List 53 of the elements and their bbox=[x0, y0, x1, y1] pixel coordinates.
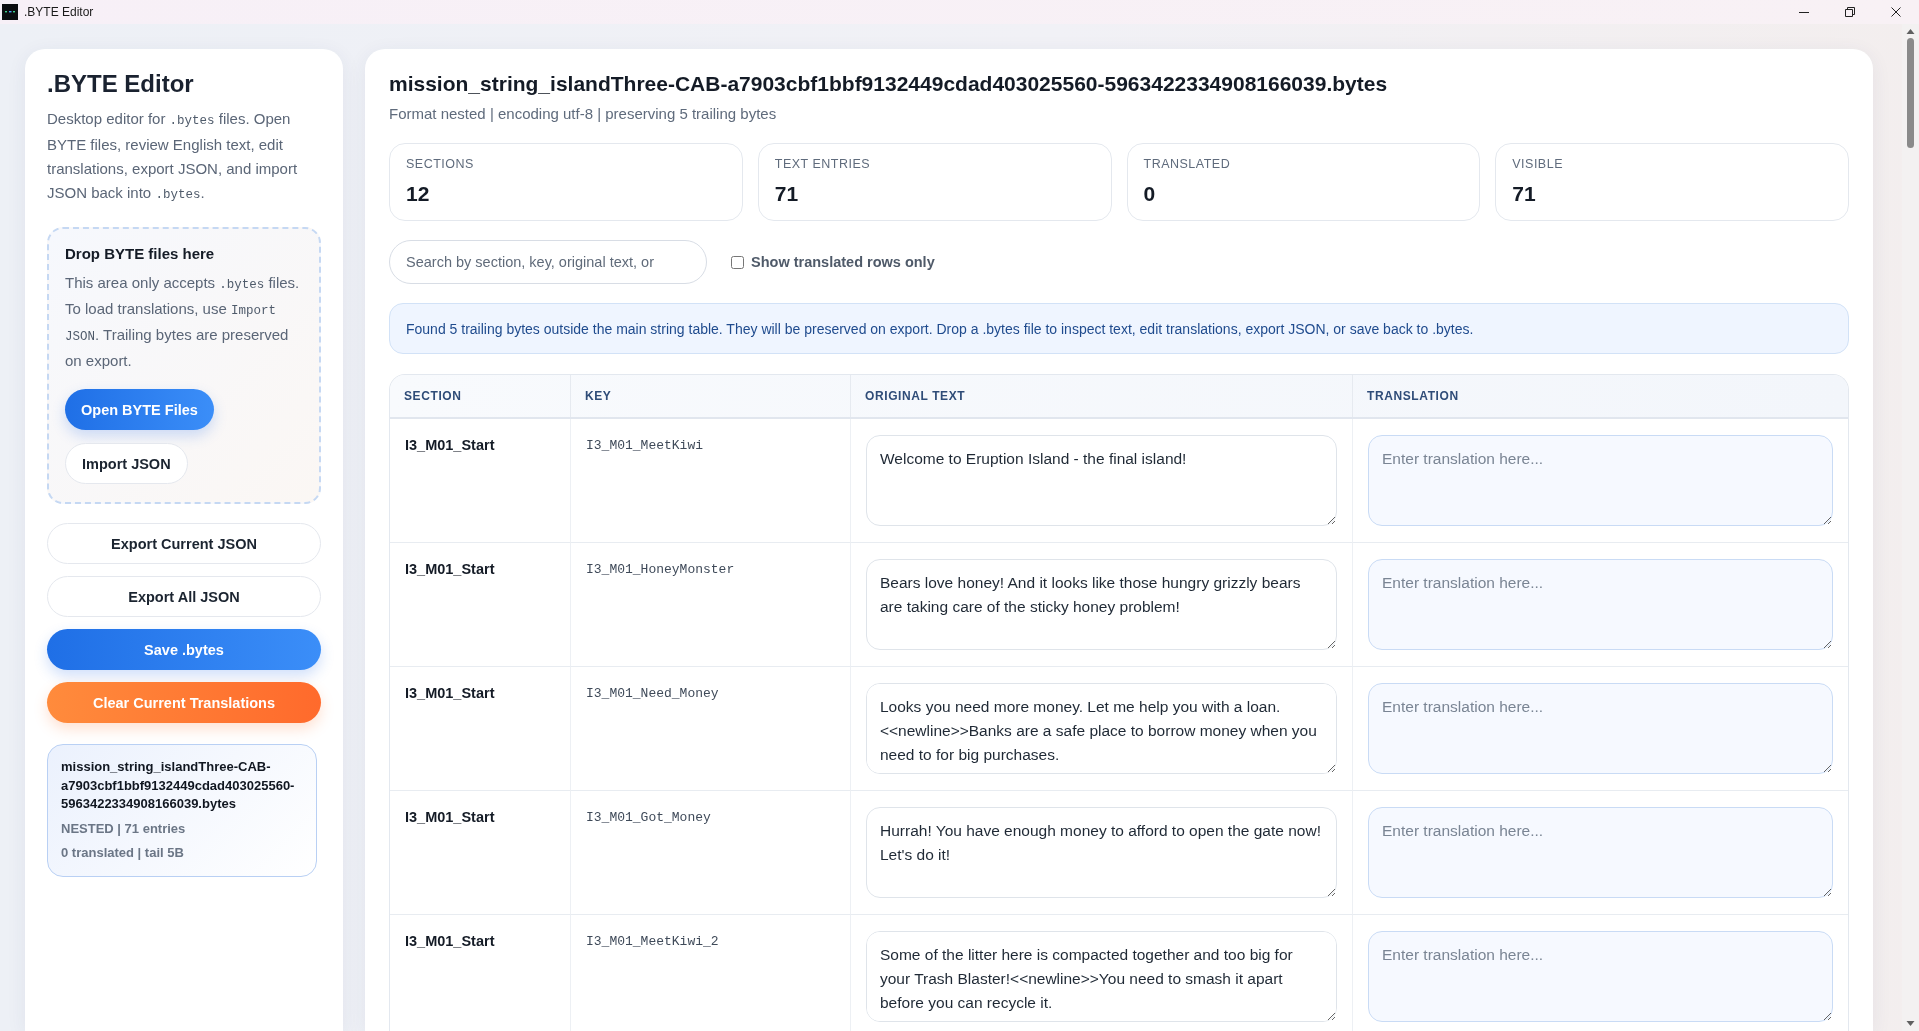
section-name: I3_M01_Start bbox=[405, 561, 495, 577]
app-icon bbox=[2, 4, 18, 20]
stat-value: 0 bbox=[1143, 182, 1157, 206]
original-text-field[interactable]: Bears love honey! And it looks like those hungry grizzly bears are taking care of the sticky honey problem! bbox=[866, 559, 1337, 650]
stat-value: 71 bbox=[1512, 182, 1537, 206]
column-header: KEY bbox=[585, 389, 612, 403]
section-name: I3_M01_Start bbox=[405, 437, 495, 453]
file-subtitle: Format nested | encoding utf-8 | preserving 5 trailing bytes bbox=[389, 104, 778, 124]
app-title: .BYTE Editor bbox=[47, 69, 195, 98]
file-name: mission_string_islandThree-CAB-a7903cbf1bbf9132449cdad403025560-5963422334908166039.bytes bbox=[61, 758, 296, 813]
file-card[interactable]: mission_string_islandThree-CAB-a7903cbf1bbf9132449cdad403025560-5963422334908166039.bytes NESTED | 71 entries 0 translated | tail 5B bbox=[47, 744, 317, 877]
drop-zone-title: Drop BYTE files here bbox=[65, 245, 216, 263]
file-meta: NESTED | 71 entries bbox=[61, 819, 187, 838]
close-icon bbox=[1891, 7, 1901, 17]
entry-key: I3_M01_MeetKiwi_2 bbox=[586, 934, 719, 949]
secondary-button[interactable]: Export Current JSON bbox=[47, 523, 321, 564]
original-text-field[interactable]: Looks you need more money. Let me help you with a loan.<<newline>>Banks are a safe place to borrow money when you need to for big purchases. bbox=[866, 683, 1337, 774]
search-field[interactable]: Search by section, key, original text, or bbox=[389, 240, 707, 284]
column-header: TRANSLATION bbox=[1367, 389, 1459, 403]
primary-button[interactable]: Open BYTE Files bbox=[65, 389, 214, 430]
stat-label: TRANSLATED bbox=[1143, 156, 1232, 172]
secondary-button[interactable]: Import JSON bbox=[65, 443, 188, 484]
restore-icon bbox=[1845, 7, 1855, 17]
checkbox-label[interactable]: Show translated rows only bbox=[751, 254, 935, 270]
stat-value: 12 bbox=[406, 182, 431, 206]
section-name: I3_M01_Start bbox=[405, 809, 495, 825]
entry-key: I3_M01_Need_Money bbox=[586, 686, 719, 701]
entry-key: I3_M01_Got_Money bbox=[586, 810, 711, 825]
original-text-field[interactable]: Some of the litter here is compacted together and too big for your Trash Blaster!<<newline>>You need to smash it apart before you can recycle it. bbox=[866, 931, 1337, 1022]
section-name: I3_M01_Start bbox=[405, 933, 495, 949]
secondary-button[interactable]: Export All JSON bbox=[47, 576, 321, 617]
translation-field[interactable]: Enter translation here... bbox=[1368, 435, 1833, 526]
file-title: mission_string_islandThree-CAB-a7903cbf1bbf9132449cdad403025560-5963422334908166039.bytes bbox=[389, 71, 1389, 96]
original-text-field[interactable]: Welcome to Eruption Island - the final island! bbox=[866, 435, 1337, 526]
entry-key: I3_M01_MeetKiwi bbox=[586, 438, 704, 453]
translation-field[interactable]: Enter translation here... bbox=[1368, 683, 1833, 774]
original-text-field[interactable]: Hurrah! You have enough money to afford to open the gate now! Let's do it! bbox=[866, 807, 1337, 898]
translation-field[interactable]: Enter translation here... bbox=[1368, 559, 1833, 650]
window-title: .BYTE Editor bbox=[24, 5, 94, 19]
column-header: SECTION bbox=[404, 389, 462, 403]
stat-value: 71 bbox=[774, 182, 800, 206]
file-status: 0 translated | tail 5B bbox=[61, 843, 185, 862]
translation-field[interactable]: Enter translation here... bbox=[1368, 931, 1833, 1022]
checkbox[interactable] bbox=[731, 255, 744, 269]
column-header: ORIGINAL TEXT bbox=[865, 389, 966, 403]
notice-banner: Found 5 trailing bytes outside the main string table. They will be preserved on export. Drop a .bytes file to inspect text, edit translations, export JSON, or save back to .bytes. bbox=[389, 303, 1849, 354]
stat-label: TEXT ENTRIES bbox=[774, 156, 872, 172]
stat-label: SECTIONS bbox=[406, 156, 475, 172]
section-name: I3_M01_Start bbox=[405, 685, 495, 701]
entry-key: I3_M01_HoneyMonster bbox=[586, 562, 735, 577]
primary-button[interactable]: Save .bytes bbox=[47, 629, 321, 670]
stat-label: VISIBLE bbox=[1512, 156, 1564, 172]
translation-field[interactable]: Enter translation here... bbox=[1368, 807, 1833, 898]
